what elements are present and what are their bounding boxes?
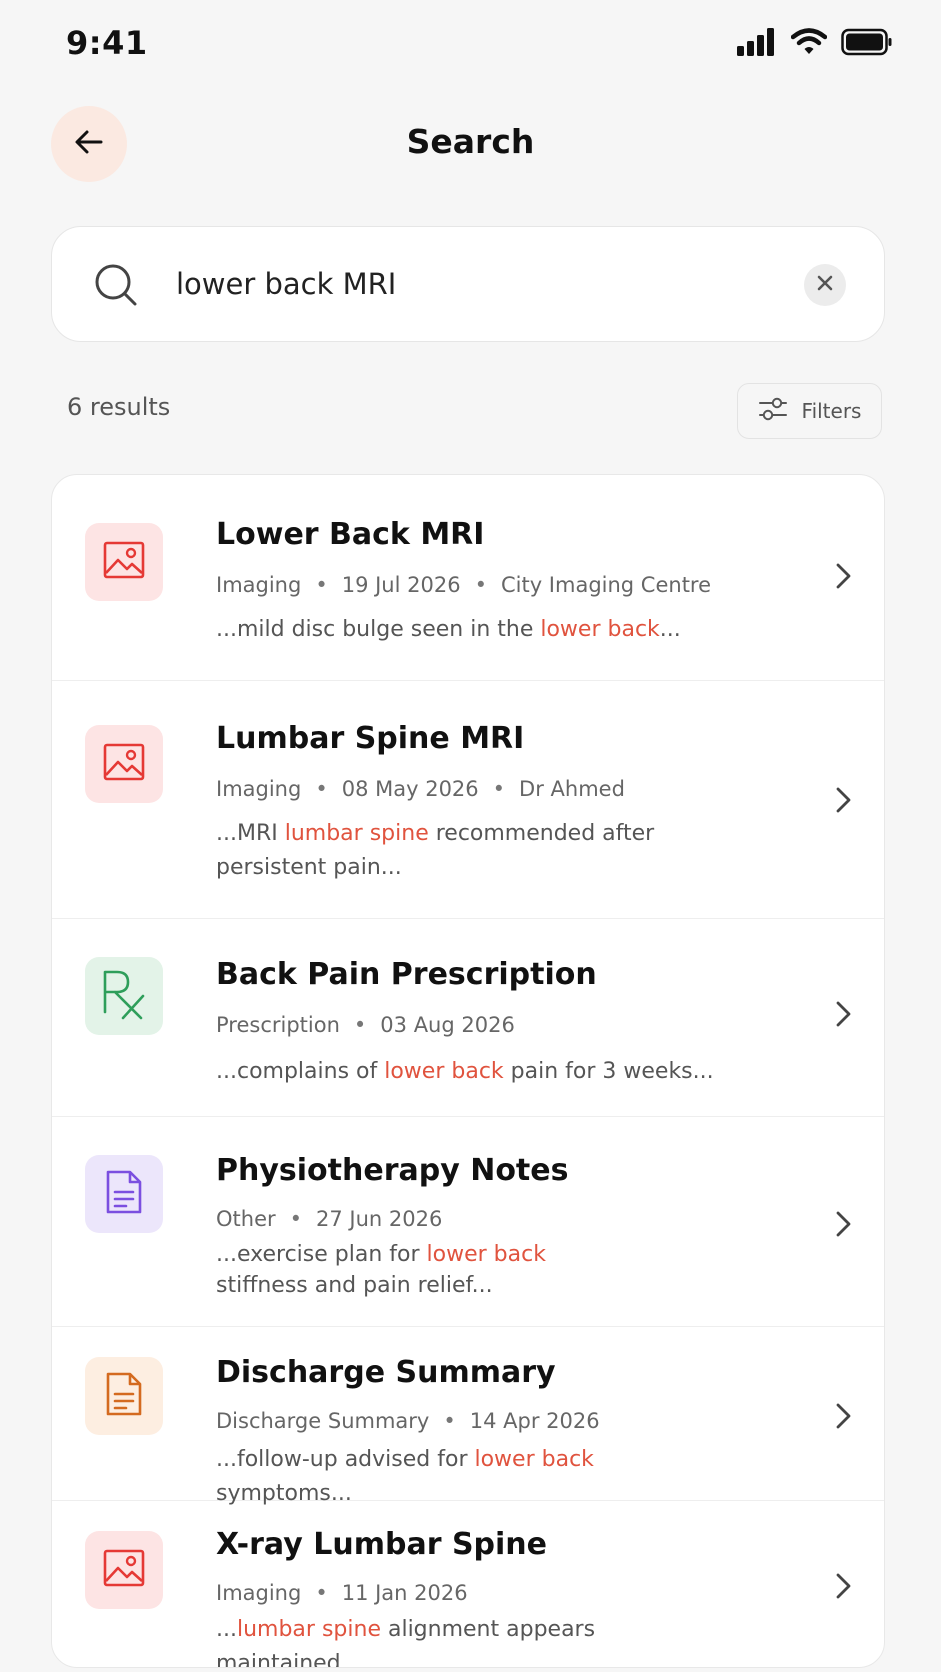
snippet-highlight: lumbar spine [236, 1617, 381, 1642]
chevron-right-icon [828, 1209, 858, 1239]
chevron-right-icon [828, 561, 858, 591]
status-time: 9:41 [66, 24, 148, 62]
sliders-icon [758, 396, 788, 426]
result-snippet: ...lumbar spine alignment appears mainta… [216, 1613, 736, 1667]
result-title: X-ray Lumbar Spine [216, 1527, 548, 1562]
result-date: 27 Jun 2026 [316, 1207, 443, 1231]
signal-icon [737, 28, 777, 60]
snippet-text: stiffness and pain relief... [216, 1273, 493, 1298]
snippet-text: ... [659, 617, 681, 642]
result-thumbnail [85, 1155, 163, 1233]
result-date: 03 Aug 2026 [380, 1013, 515, 1037]
snippet-text: ...MRI [216, 821, 285, 846]
snippet-text: ...mild disc bulge seen in the [216, 617, 541, 642]
result-snippet: ...exercise plan for lower back stiffnes… [216, 1239, 636, 1301]
chevron-right-icon [828, 999, 858, 1029]
chevron-right-icon [828, 1401, 858, 1431]
results-count: 6 results [67, 393, 171, 421]
search-icon [92, 261, 140, 313]
result-thumbnail [85, 1357, 163, 1435]
result-row-lumbar-spine-mri[interactable]: Lumbar Spine MRI Imaging • 08 May 2026 • Dr … [52, 681, 884, 919]
snippet-highlight: lower back [474, 1447, 594, 1472]
result-meta: Other • 27 Jun 2026 [216, 1207, 442, 1231]
search-bar [51, 226, 885, 342]
result-meta: Discharge Summary • 14 Apr 2026 [216, 1409, 600, 1433]
result-thumbnail [85, 523, 163, 601]
result-source: City Imaging Centre [500, 573, 712, 597]
result-date: 19 Jul 2026 [341, 573, 461, 597]
status-icons [737, 28, 893, 60]
result-category: Imaging [216, 1581, 302, 1605]
separator-dot: • [353, 1013, 367, 1037]
close-icon [815, 273, 835, 297]
results-list: Lower Back MRI Imaging • 19 Jul 2026 • City … [51, 474, 885, 1668]
result-row-lower-back-mri[interactable]: Lower Back MRI Imaging • 19 Jul 2026 • City … [52, 475, 884, 681]
result-category: Other [216, 1207, 276, 1231]
image-icon [102, 538, 146, 586]
result-snippet: ...mild disc bulge seen in the lower bac… [216, 613, 736, 647]
result-snippet: ...MRI lumbar spine recommended after pe… [216, 817, 656, 885]
result-source: Dr Ahmed [519, 777, 625, 801]
result-title: Discharge Summary [216, 1355, 556, 1390]
snippet-highlight: lumbar spine [284, 821, 429, 846]
result-title: Lumbar Spine MRI [216, 721, 525, 756]
separator-dot: • [289, 1207, 303, 1231]
chevron-right-icon [828, 1571, 858, 1601]
document-icon [104, 1370, 144, 1422]
page-title: Search [406, 122, 535, 161]
separator-dot: • [315, 1581, 328, 1605]
snippet-text: ... [216, 1617, 237, 1642]
snippet-text: ...exercise plan for [216, 1242, 427, 1267]
prescription-rx-icon [101, 968, 147, 1024]
header: Search [0, 100, 941, 190]
result-meta: Imaging • 11 Jan 2026 [216, 1581, 468, 1605]
filters-label: Filters [801, 399, 862, 423]
document-icon [104, 1168, 144, 1220]
result-category: Imaging [216, 573, 302, 597]
result-meta: Imaging • 19 Jul 2026 • City Imaging Centre [216, 573, 711, 597]
separator-dot: • [443, 1409, 456, 1433]
separator-dot: • [474, 573, 487, 597]
image-icon [102, 1546, 146, 1594]
result-date: 11 Jan 2026 [341, 1581, 468, 1605]
clear-search-button[interactable] [804, 264, 846, 306]
result-date: 08 May 2026 [341, 777, 479, 801]
separator-dot: • [315, 777, 328, 801]
result-category: Discharge Summary [216, 1409, 430, 1433]
filters-button[interactable]: Filters [737, 383, 882, 439]
result-title: Physiotherapy Notes [216, 1153, 569, 1188]
snippet-text: ...follow-up advised for [216, 1447, 475, 1472]
result-row-discharge-summary[interactable]: Discharge Summary Discharge Summary • 14 A… [52, 1327, 884, 1506]
snippet-highlight: lower back [384, 1059, 504, 1084]
status-bar: 9:41 [0, 0, 941, 90]
result-row-xray-lumbar-spine[interactable]: X-ray Lumbar Spine Imaging • 11 Jan 2026 .… [52, 1501, 884, 1667]
battery-icon [841, 28, 893, 60]
image-icon [102, 740, 146, 788]
result-date: 14 Apr 2026 [469, 1409, 600, 1433]
result-row-physiotherapy-notes[interactable]: Physiotherapy Notes Other • 27 Jun 2026 ..… [52, 1117, 884, 1327]
separator-dot: • [315, 573, 328, 597]
result-thumbnail [85, 1531, 163, 1609]
snippet-text: ...complains of [216, 1059, 385, 1084]
snippet-highlight: lower back [426, 1242, 546, 1267]
result-title: Lower Back MRI [216, 517, 485, 552]
result-snippet: ...complains of lower back pain for 3 we… [216, 1055, 736, 1089]
separator-dot: • [492, 777, 506, 801]
wifi-icon [790, 28, 828, 60]
result-category: Imaging [216, 777, 302, 801]
result-title: Back Pain Prescription [216, 957, 597, 992]
snippet-highlight: lower back [540, 617, 660, 642]
result-row-back-pain-prescription[interactable]: Back Pain Prescription Prescription • 03 A… [52, 919, 884, 1117]
result-category: Prescription [216, 1013, 340, 1037]
result-thumbnail [85, 957, 163, 1035]
search-input[interactable] [176, 255, 776, 313]
result-meta: Imaging • 08 May 2026 • Dr Ahmed [216, 777, 625, 801]
chevron-right-icon [828, 785, 858, 815]
result-meta: Prescription • 03 Aug 2026 [216, 1013, 515, 1037]
snippet-text: pain for 3 weeks... [503, 1059, 714, 1084]
result-thumbnail [85, 725, 163, 803]
